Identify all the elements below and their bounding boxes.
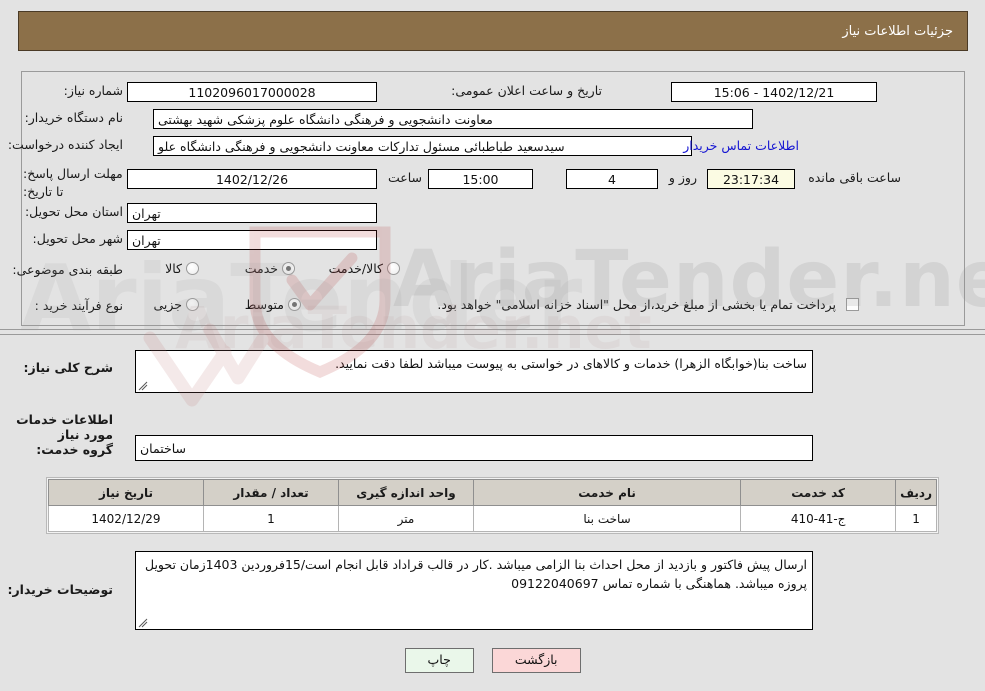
- buyer-org-field[interactable]: معاونت دانشجویی و فرهنگی دانشگاه علوم پز…: [153, 109, 753, 129]
- page-title: جزئیات اطلاعات نیاز: [842, 23, 953, 39]
- print-button[interactable]: چاپ: [404, 648, 474, 673]
- td-service-code: ج-41-410: [740, 505, 897, 532]
- remaining-days-label: روز و: [668, 170, 697, 185]
- td-radif: 1: [895, 505, 937, 532]
- radio-kala-icon[interactable]: [186, 262, 199, 275]
- service-group-label: گروه خدمت:: [36, 442, 113, 457]
- requester-label: ایجاد کننده درخواست:: [7, 137, 123, 152]
- back-button[interactable]: بازگشت: [491, 648, 581, 673]
- remaining-days-field[interactable]: 4: [566, 169, 658, 189]
- divider-top: [0, 329, 985, 330]
- th-unit: واحد اندازه گیری: [338, 479, 474, 506]
- td-quantity: 1: [203, 505, 339, 532]
- description-textarea[interactable]: ساخت بنا(خوابگاه الزهرا) خدمات و کالاهای…: [135, 350, 813, 393]
- buyer-contact-link[interactable]: اطلاعات تماس خریدار: [683, 138, 799, 153]
- category-label: طبقه بندی موضوعی:: [12, 262, 123, 277]
- page-root: AriaTender.net AriaTender AriaTender.net…: [0, 0, 985, 691]
- service-group-field[interactable]: ساختمان: [135, 435, 813, 461]
- td-need-date: 1402/12/29: [48, 505, 204, 532]
- description-value: ساخت بنا(خوابگاه الزهرا) خدمات و کالاهای…: [335, 356, 807, 371]
- deadline-hour-field[interactable]: 15:00: [428, 169, 533, 189]
- need-number-label: شماره نیاز:: [63, 83, 123, 98]
- td-unit: متر: [338, 505, 474, 532]
- td-service-name: ساخت بنا: [472, 505, 742, 532]
- category-radio-kala-khedmat[interactable]: کالا/خدمت: [317, 261, 400, 276]
- remaining-time-field: 23:17:34: [707, 169, 795, 189]
- th-quantity: تعداد / مقدار: [203, 479, 339, 506]
- province-field[interactable]: تهران: [127, 203, 377, 223]
- action-buttons: بازگشت چاپ: [0, 648, 985, 673]
- requester-field[interactable]: سیدسعید طباطبائی مسئول تدارکات معاونت دا…: [153, 136, 692, 156]
- services-section-title: اطلاعات خدمات مورد نیاز: [16, 412, 113, 442]
- radio-khedmat-icon[interactable]: [282, 262, 295, 275]
- public-announce-label: تاریخ و ساعت اعلان عمومی:: [451, 83, 602, 98]
- category-radio-khedmat[interactable]: خدمت: [233, 261, 295, 276]
- table-row: 1 ج-41-410 ساخت بنا متر 1 1402/12/29: [48, 505, 937, 532]
- public-announce-field[interactable]: 1402/12/21 - 15:06: [671, 82, 877, 102]
- deadline-date-field[interactable]: 1402/12/26: [127, 169, 377, 189]
- buyer-notes-label: توضیحات خریدار:: [7, 582, 113, 597]
- buyer-notes-textarea[interactable]: ارسال پیش فاکتور و بازدید از محل احداث ب…: [135, 551, 813, 630]
- th-radif: ردیف: [895, 479, 937, 506]
- resize-grip-icon-2[interactable]: [138, 618, 148, 628]
- radio-kala-khedmat-icon[interactable]: [387, 262, 400, 275]
- need-number-field[interactable]: 1102096017000028: [127, 82, 377, 102]
- services-table: ردیف کد خدمت نام خدمت واحد اندازه گیری ت…: [48, 479, 937, 532]
- th-service-name: نام خدمت: [472, 479, 742, 506]
- process-label: نوع فرآیند خرید :: [34, 298, 123, 313]
- page-header: جزئیات اطلاعات نیاز: [18, 11, 968, 51]
- process-radio-jozi[interactable]: جزیی: [141, 297, 199, 312]
- deadline-hour-label: ساعت: [387, 170, 422, 185]
- radio-jozi-icon[interactable]: [186, 298, 199, 311]
- resize-grip-icon[interactable]: [138, 381, 148, 391]
- th-need-date: تاریخ نیاز: [48, 479, 204, 506]
- buyer-org-label: نام دستگاه خریدار:: [24, 110, 123, 125]
- buyer-notes-value: ارسال پیش فاکتور و بازدید از محل احداث ب…: [144, 557, 807, 592]
- services-table-wrapper: ردیف کد خدمت نام خدمت واحد اندازه گیری ت…: [46, 477, 939, 534]
- treasury-checkbox-icon[interactable]: [846, 298, 859, 311]
- city-label: شهر محل تحویل:: [32, 231, 123, 246]
- description-label: شرح کلی نیاز:: [23, 360, 113, 375]
- category-option-2-label: کالا/خدمت: [328, 261, 383, 276]
- process-radio-motavaset[interactable]: متوسط: [233, 297, 301, 312]
- treasury-checkbox-row[interactable]: پرداخت تمام یا بخشی از مبلغ خرید،از محل …: [437, 297, 859, 312]
- category-option-0-label: کالا: [165, 261, 182, 276]
- radio-motavaset-icon[interactable]: [288, 298, 301, 311]
- province-label: استان محل تحویل:: [24, 204, 123, 219]
- remaining-time-label: ساعت باقی مانده: [808, 170, 901, 185]
- process-option-1-label: متوسط: [244, 297, 284, 312]
- treasury-checkbox-label: پرداخت تمام یا بخشی از مبلغ خرید،از محل …: [437, 297, 836, 312]
- th-service-code: کد خدمت: [740, 479, 897, 506]
- category-radio-kala[interactable]: کالا: [153, 261, 199, 276]
- divider-top-2: [0, 334, 985, 335]
- table-header-row: ردیف کد خدمت نام خدمت واحد اندازه گیری ت…: [48, 479, 937, 506]
- process-option-0-label: جزیی: [153, 297, 182, 312]
- deadline-label: مهلت ارسال پاسخ: تا تاریخ:: [23, 166, 123, 200]
- category-option-1-label: خدمت: [244, 261, 278, 276]
- city-field[interactable]: تهران: [127, 230, 377, 250]
